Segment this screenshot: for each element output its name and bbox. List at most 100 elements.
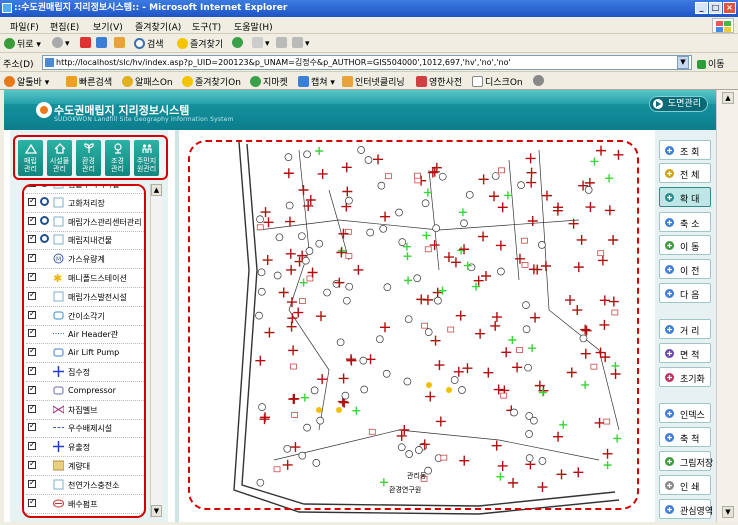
menu-file[interactable]: 파일(F) <box>10 20 39 33</box>
link-internet-cleaning[interactable]: 인터넷클리닝 <box>342 75 405 88</box>
menu-help[interactable]: 도움말(H) <box>234 20 273 33</box>
menu-tools[interactable]: 도구(T) <box>192 20 221 33</box>
square-icon <box>53 197 64 208</box>
page-scrollbar[interactable]: ▲ ▼ <box>716 90 738 522</box>
link-gmarket[interactable]: 지마켓 <box>250 75 288 88</box>
link-altoolbar[interactable]: 알툴바 ▾ <box>4 75 49 88</box>
layer-checkbox[interactable] <box>28 478 36 488</box>
close-button[interactable]: × <box>723 2 736 14</box>
layer-checkbox[interactable] <box>28 233 36 244</box>
layer-checkbox[interactable] <box>28 327 36 338</box>
layer-checkbox[interactable] <box>28 440 36 451</box>
magnifier-icon[interactable] <box>40 186 49 187</box>
links-settings-button[interactable] <box>533 75 546 87</box>
layer-row[interactable]: 계량대 <box>26 456 144 476</box>
interest-area-button[interactable]: 관심영역 <box>659 499 713 519</box>
forward-button[interactable]: ▾ <box>52 37 70 49</box>
layer-row[interactable]: Air Header관 <box>26 324 144 345</box>
full-extent-button[interactable]: 전 체 <box>659 163 711 183</box>
layer-row[interactable]: Compressor <box>26 381 144 401</box>
index-button[interactable]: 인덱스 <box>659 403 711 423</box>
layer-row[interactable]: 우수배제시설 <box>26 418 144 439</box>
tab-residents[interactable]: 주민지 원관리 <box>134 140 159 176</box>
scroll-up-icon[interactable]: ▲ <box>722 92 734 104</box>
address-dropdown-button[interactable]: ▼ <box>677 56 689 69</box>
reset-button[interactable]: 초기화 <box>659 367 711 387</box>
layer-checkbox[interactable] <box>28 459 36 469</box>
layer-checkbox[interactable] <box>28 252 36 263</box>
zoom-in-button[interactable]: 확 대 <box>659 187 711 207</box>
layer-row[interactable]: 천연가스충전소 <box>26 475 144 495</box>
back-button[interactable]: 뒤로 ▾ <box>4 37 41 50</box>
history-button[interactable] <box>232 37 245 49</box>
layer-row[interactable]: 매립가스발전시설 <box>26 287 144 307</box>
layer-row[interactable]: 고화처리장 <box>26 193 144 213</box>
layer-checkbox[interactable] <box>28 384 36 394</box>
next-button[interactable]: 다 음 <box>659 283 711 303</box>
link-quick-search[interactable]: 빠른검색 <box>66 75 112 88</box>
layer-checkbox[interactable] <box>28 290 36 300</box>
link-dictionary[interactable]: 영한사전 <box>416 75 462 88</box>
distance-button[interactable]: 거 리 <box>659 319 711 339</box>
edit-button[interactable]: ▾ <box>292 37 310 49</box>
layer-row[interactable]: 차집벨브 <box>26 400 144 420</box>
layer-checkbox[interactable] <box>28 196 36 206</box>
layer-row[interactable]: Air Lift Pump <box>26 343 144 364</box>
layer-checkbox[interactable] <box>28 309 36 319</box>
layer-checkbox[interactable] <box>28 215 36 225</box>
scale-button[interactable]: 축 척 <box>659 427 711 447</box>
refresh-button[interactable] <box>96 37 109 49</box>
tab-facility[interactable]: 시설물 관리 <box>47 140 72 176</box>
area-button[interactable]: 면 적 <box>659 343 711 363</box>
layer-row[interactable]: M 가스유량계 <box>26 249 144 270</box>
search-button[interactable]: 검색 <box>134 37 164 50</box>
save-image-button[interactable]: 그림저장 <box>659 451 713 471</box>
menu-favorites[interactable]: 즐겨찾기(A) <box>135 20 181 33</box>
link-favorites-on[interactable]: 즐겨찾기On <box>182 75 241 88</box>
layer-checkbox[interactable] <box>28 365 36 375</box>
layer-scroll-up-icon[interactable]: ▲ <box>151 184 162 196</box>
pan-button[interactable]: 이 동 <box>659 235 711 255</box>
mail-button[interactable]: ▾ <box>252 37 270 49</box>
layer-checkbox[interactable] <box>28 271 36 281</box>
print-button[interactable] <box>276 37 289 49</box>
tab-environment[interactable]: 환경 관리 <box>76 140 101 176</box>
menu-view[interactable]: 보기(V) <box>93 20 123 33</box>
search-button[interactable]: 조 회 <box>659 140 711 160</box>
zoom-out-button[interactable]: 축 소 <box>659 212 711 232</box>
favorites-button[interactable]: 즐겨찾기 <box>177 37 223 50</box>
layer-row[interactable]: ✱ 매니폴드스테이션 <box>26 268 144 288</box>
previous-button[interactable]: 이 전 <box>659 259 711 279</box>
link-alpass[interactable]: 알패스On <box>122 75 173 88</box>
layer-row[interactable]: 매립지내건물 <box>26 230 144 251</box>
address-input[interactable]: http://localhost/slc/hv/index.asp?p_UID=… <box>42 55 692 70</box>
layer-row[interactable]: 집수정 <box>26 362 144 382</box>
print-button[interactable]: 인 쇄 <box>659 475 711 495</box>
layer-checkbox[interactable] <box>28 346 36 357</box>
menu-edit[interactable]: 편집(E) <box>50 20 79 33</box>
tab-landfill[interactable]: 매립 관리 <box>18 140 43 176</box>
go-button[interactable]: 이동 <box>697 57 725 70</box>
drawing-management-button[interactable]: 도면관리 <box>648 96 708 112</box>
magnifier-icon[interactable] <box>40 196 49 206</box>
home-button[interactable] <box>114 37 127 49</box>
layer-checkbox[interactable] <box>28 421 36 432</box>
layer-scroll-down-icon[interactable]: ▼ <box>151 505 162 517</box>
tab-landscape[interactable]: 조경 관리 <box>105 140 130 176</box>
layer-row[interactable]: 매립가스관리센터관리 <box>26 212 144 232</box>
layer-row[interactable]: 간이소각기 <box>26 306 144 326</box>
layer-list-scrollbar[interactable]: ▲ ▼ <box>150 184 162 518</box>
layer-row[interactable]: 배수펌프 <box>26 494 144 514</box>
magnifier-icon[interactable] <box>40 215 49 225</box>
stop-button[interactable] <box>80 37 93 49</box>
layer-checkbox[interactable] <box>28 497 36 507</box>
layer-row[interactable]: 유출정 <box>26 437 144 458</box>
layer-checkbox[interactable] <box>28 403 36 413</box>
minimize-button[interactable]: _ <box>695 2 708 14</box>
layer-checkbox[interactable] <box>28 186 36 187</box>
maximize-button[interactable]: □ <box>709 2 722 14</box>
magnifier-icon[interactable] <box>40 234 49 244</box>
link-capture[interactable]: 캡쳐 ▾ <box>298 75 335 88</box>
link-disk-on[interactable]: 디스크On <box>472 75 523 88</box>
scroll-down-icon[interactable]: ▼ <box>722 506 734 518</box>
